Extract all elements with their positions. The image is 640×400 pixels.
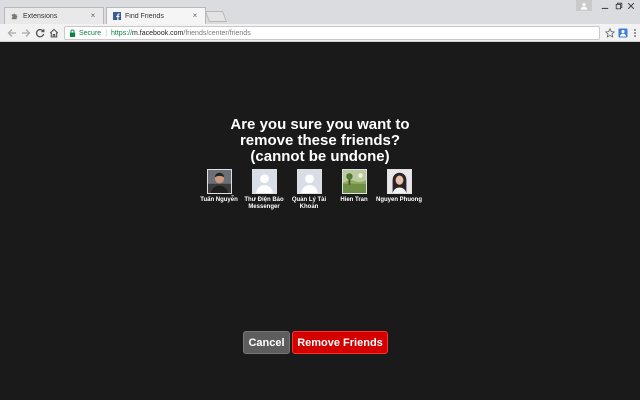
friend-item: Tuấn Nguyễn <box>194 169 244 204</box>
address-bar[interactable]: Secure | https:// m.facebook.com /friend… <box>64 26 600 40</box>
tab-extensions[interactable]: Extensions × <box>4 7 104 24</box>
url-host: m.facebook.com <box>132 29 184 37</box>
friend-name: Tuấn Nguyễn <box>200 197 238 203</box>
close-icon[interactable]: × <box>191 12 199 20</box>
default-avatar <box>251 169 277 194</box>
profile-photo <box>386 169 412 194</box>
cancel-button[interactable]: Cancel <box>243 331 290 354</box>
close-icon <box>627 2 635 10</box>
friend-item: Hien Tran <box>329 169 379 204</box>
forward-arrow-icon <box>22 29 31 37</box>
bookmark-star-button[interactable] <box>604 27 615 38</box>
close-window-button[interactable] <box>622 0 640 12</box>
puzzle-icon <box>11 12 19 20</box>
tab-find-friends[interactable]: Find Friends × <box>106 7 206 24</box>
secure-label: Secure <box>79 29 102 37</box>
url-scheme: https:// <box>111 29 133 37</box>
extension-button[interactable] <box>617 27 628 38</box>
tab-strip: Extensions × Find Friends × <box>0 0 640 24</box>
facebook-icon <box>113 12 121 20</box>
separator: | <box>105 29 108 37</box>
friend-item: Quản Lý Tài Khoản <box>284 169 334 211</box>
question-line: (cannot be undone) <box>250 148 390 165</box>
friends-list: Tuấn Nguyễn Thư Điện Báo Messenger Quản … <box>0 169 640 229</box>
profile-photo <box>341 169 367 194</box>
profile-button[interactable] <box>576 0 592 11</box>
friend-item: Nguyen Phuong <box>374 169 424 204</box>
extension-icon <box>618 28 627 37</box>
new-tab-button[interactable] <box>204 11 228 22</box>
friend-name: Nguyen Phuong <box>376 197 422 203</box>
home-icon <box>49 28 59 38</box>
default-avatar <box>296 169 322 194</box>
lock-icon <box>69 29 76 37</box>
friend-name: Hien Tran <box>340 197 368 203</box>
tab-title: Find Friends <box>125 12 164 20</box>
friend-item: Thư Điện Báo Messenger <box>239 169 289 211</box>
menu-button[interactable] <box>629 27 640 38</box>
question-line: remove these friends? <box>239 132 401 149</box>
friend-name: Quản Lý Tài Khoản <box>291 197 327 210</box>
more-vert-icon <box>633 28 636 37</box>
home-button[interactable] <box>48 27 60 39</box>
friend-name: Thư Điện Báo Messenger <box>244 197 284 210</box>
reload-icon <box>35 28 45 38</box>
url-path: /friends/center/friends <box>183 29 251 37</box>
reload-button[interactable] <box>34 27 46 39</box>
question-line: Are you sure you want to <box>230 116 410 133</box>
page-content: Are you sure you want to remove these fr… <box>0 43 640 400</box>
tab-title: Extensions <box>23 12 58 20</box>
user-icon <box>580 2 588 10</box>
star-icon <box>604 27 615 38</box>
remove-friends-button[interactable]: Remove Friends <box>292 331 388 354</box>
confirm-question: Are you sure you want to remove these fr… <box>0 117 640 165</box>
close-icon[interactable]: × <box>89 12 97 20</box>
back-button[interactable] <box>6 27 18 39</box>
browser-toolbar: Secure | https:// m.facebook.com /friend… <box>0 24 640 42</box>
back-arrow-icon <box>7 29 16 37</box>
forward-button[interactable] <box>20 27 32 39</box>
profile-photo <box>206 169 232 194</box>
